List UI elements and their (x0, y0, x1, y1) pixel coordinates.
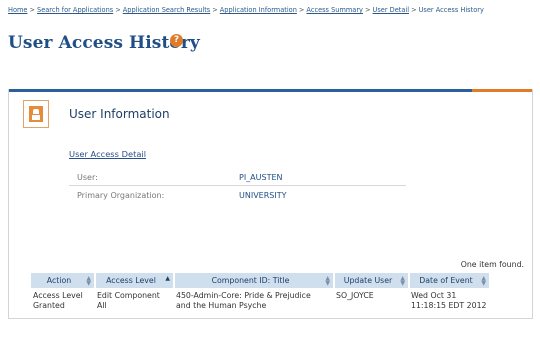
cell-action: Access Level Granted (33, 291, 83, 310)
help-icon[interactable]: ? (170, 34, 183, 47)
column-header-access-level[interactable]: Access Level ▲ (95, 273, 175, 288)
panel-heading: User Information (69, 107, 170, 121)
user-label: User: (77, 173, 98, 182)
results-count: One item found. (460, 260, 524, 269)
breadcrumb-user-detail[interactable]: User Detail (373, 6, 410, 14)
access-history-table: Action ▲ ▼ Access Level ▲ Component ID: Tit… (31, 273, 489, 312)
table-header-row: Action ▲ ▼ Access Level ▲ Component ID: Tit… (31, 273, 489, 288)
breadcrumb-separator: > (364, 6, 371, 14)
user-access-detail-link[interactable]: User Access Detail (69, 149, 146, 159)
sort-icon[interactable]: ▲ ▼ (86, 276, 91, 287)
column-header-action[interactable]: Action ▲ ▼ (31, 273, 96, 288)
panel-top-bar-accent (472, 89, 532, 92)
table-row: Access Level Granted Edit Component All 45… (31, 288, 489, 312)
primary-organization-value: UNIVERSITY (239, 191, 287, 200)
panel-top-bar (9, 89, 532, 92)
breadcrumb-search-results[interactable]: Application Search Results (123, 6, 211, 14)
breadcrumb-application-information[interactable]: Application Information (220, 6, 297, 14)
breadcrumb: Home > Search for Applications > Application… (8, 6, 484, 14)
breadcrumb-search-applications[interactable]: Search for Applications (37, 6, 113, 14)
breadcrumb-current: User Access History (418, 6, 484, 14)
cell-date-of-event: Wed Oct 31 11:18:15 EDT 2012 (411, 291, 487, 310)
cell-update-user: SO_JOYCE (336, 291, 374, 300)
sort-icon[interactable]: ▲ ▼ (400, 276, 405, 287)
column-header-component[interactable]: Component ID: Title ▲ ▼ (174, 273, 335, 288)
user-information-panel: User Information User Access Detail User… (8, 89, 533, 319)
breadcrumb-separator: > (115, 6, 121, 14)
breadcrumb-separator: > (29, 6, 36, 14)
cell-component: 450-Admin-Core: Pride & Prejudice and the… (176, 291, 311, 310)
breadcrumb-separator: > (298, 6, 305, 14)
sort-icon[interactable]: ▲ ▼ (325, 276, 330, 287)
cell-access-level: Edit Component All (97, 291, 160, 310)
primary-organization-row: Primary Organization: UNIVERSITY (69, 186, 406, 204)
user-value: PI_AUSTEN (239, 173, 283, 182)
breadcrumb-separator: > (212, 6, 218, 14)
primary-organization-label: Primary Organization: (77, 191, 165, 200)
column-header-date-of-event[interactable]: Date of Event ▲ ▼ (409, 273, 489, 288)
sort-icon[interactable]: ▲ ▼ (481, 276, 486, 287)
column-header-update-user[interactable]: Update User ▲ ▼ (334, 273, 410, 288)
breadcrumb-separator: > (411, 6, 417, 14)
breadcrumb-home[interactable]: Home (8, 6, 27, 14)
user-row: User: PI_AUSTEN (69, 168, 406, 186)
user-info-icon (23, 100, 49, 128)
sort-ascending-icon[interactable]: ▲ (165, 276, 170, 282)
breadcrumb-access-summary[interactable]: Access Summary (306, 6, 363, 14)
